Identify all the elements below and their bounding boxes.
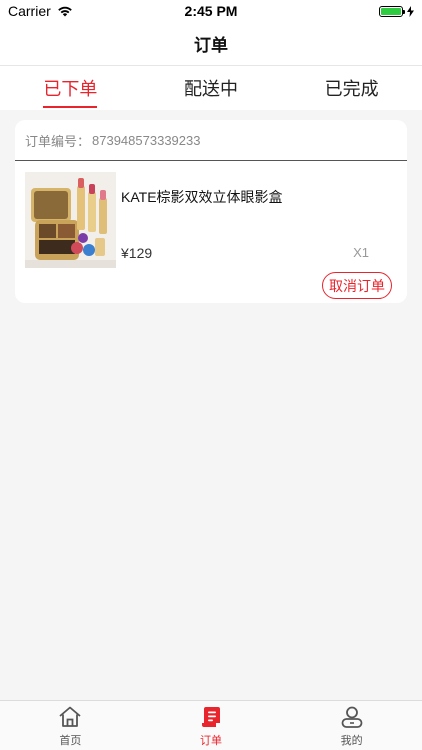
battery-icon — [379, 5, 405, 17]
charging-icon — [407, 5, 414, 17]
tabbar-orders[interactable]: 订单 — [141, 701, 282, 750]
cancel-order-button[interactable]: 取消订单 — [322, 272, 392, 299]
order-number-row: 订单编号： 873948573339233 — [15, 120, 407, 161]
home-icon — [59, 706, 81, 727]
tabbar-orders-label: 订单 — [200, 734, 222, 747]
order-status-tabs: 已下单 配送中 已完成 — [0, 66, 422, 110]
carrier-label: Carrier — [8, 3, 51, 19]
tab-ordered[interactable]: 已下单 — [0, 66, 141, 110]
profile-icon — [341, 706, 363, 728]
product-image[interactable] — [25, 172, 116, 268]
tab-delivering[interactable]: 配送中 — [141, 66, 282, 110]
order-icon — [202, 706, 220, 727]
product-quantity: X1 — [353, 245, 369, 260]
status-right — [379, 5, 414, 17]
order-card: 订单编号： 873948573339233 KATE棕影双效立体眼影盒 ¥129… — [15, 120, 407, 303]
status-bar: Carrier 2:45 PM — [0, 0, 422, 22]
product-name[interactable]: KATE棕影双效立体眼影盒 — [121, 187, 283, 207]
page-title: 订单 — [194, 36, 228, 55]
battery-fill — [381, 7, 401, 15]
wifi-icon — [57, 6, 72, 17]
status-left: Carrier — [8, 3, 73, 19]
bottom-tab-bar: 首页 订单 我的 — [0, 700, 422, 750]
screen: Carrier 2:45 PM 订单 已下单 配送中 已完成 订单编号： 873… — [0, 0, 422, 750]
order-item[interactable]: KATE棕影双效立体眼影盒 ¥129 X1 取消订单 — [15, 161, 407, 302]
cosmetics-palette-image — [25, 172, 116, 268]
order-number: 873948573339233 — [92, 132, 201, 148]
nav-bar: 订单 — [0, 22, 422, 66]
tabbar-profile[interactable]: 我的 — [281, 701, 422, 750]
tabbar-home-label: 首页 — [59, 734, 82, 747]
tabbar-profile-label: 我的 — [340, 734, 363, 747]
product-price: ¥129 — [121, 245, 153, 261]
tab-completed[interactable]: 已完成 — [281, 66, 422, 110]
tabbar-home[interactable]: 首页 — [0, 701, 141, 750]
order-number-label: 订单编号： — [25, 133, 91, 149]
